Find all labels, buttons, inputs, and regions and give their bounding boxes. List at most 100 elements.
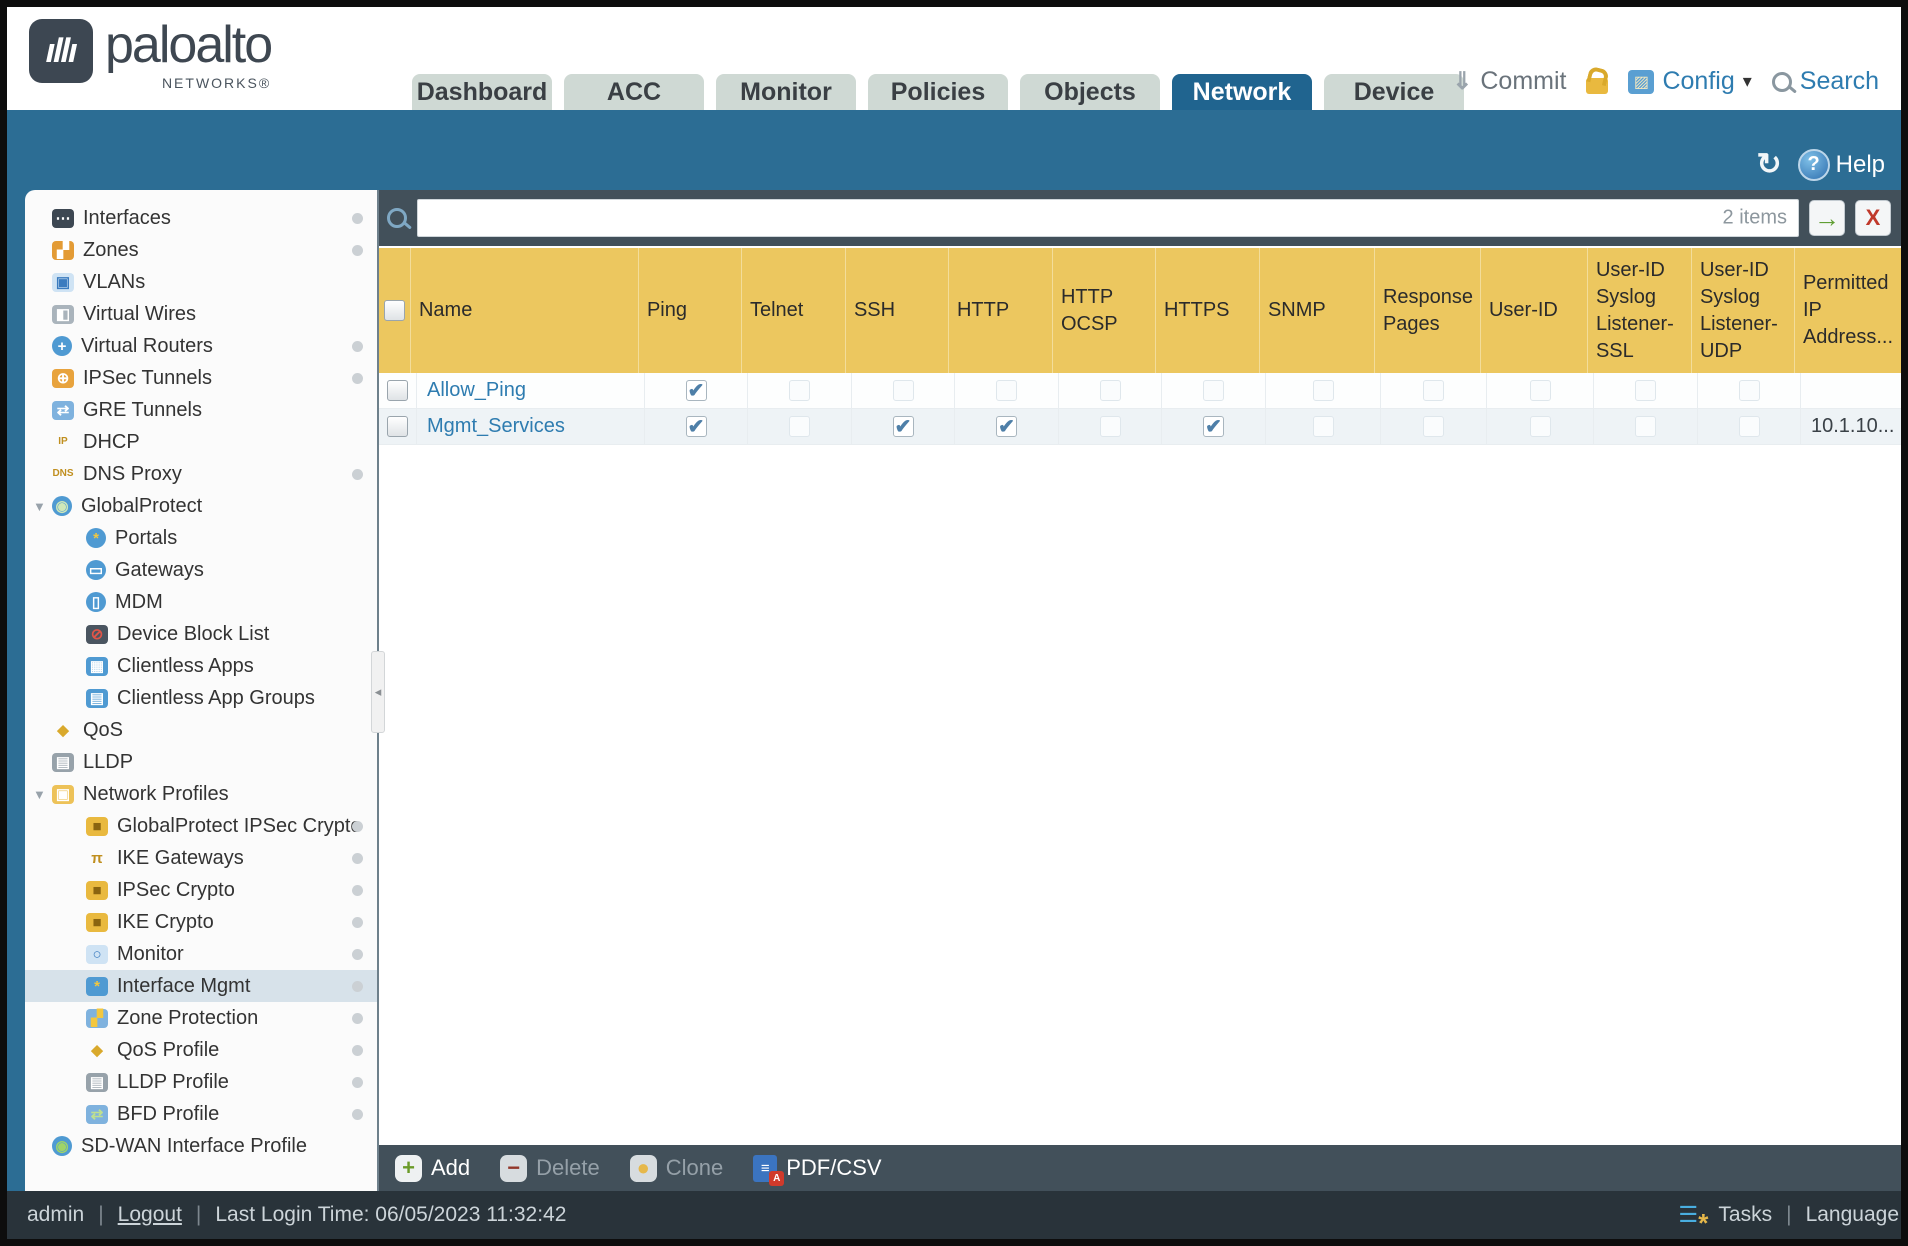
search-button[interactable]: Search bbox=[1771, 67, 1879, 96]
zones-icon: ▞ bbox=[52, 240, 74, 260]
add-button[interactable]: + Add bbox=[395, 1154, 471, 1182]
sidebar-item-ike-gateways[interactable]: π IKE Gateways bbox=[25, 842, 377, 874]
row-select-checkbox[interactable] bbox=[387, 416, 408, 437]
sidebar-item-virtual-wires[interactable]: ◧ Virtual Wires bbox=[25, 298, 377, 330]
action-label: Add bbox=[431, 1155, 471, 1180]
sidebar-item-portals[interactable]: * Portals bbox=[25, 522, 377, 554]
sidebar-item-interface-mgmt[interactable]: * Interface Mgmt bbox=[25, 970, 377, 1002]
select-all-checkbox[interactable] bbox=[383, 300, 405, 321]
language-button[interactable]: Language bbox=[1806, 1203, 1899, 1227]
sidebar-item-qos[interactable]: ◆ QoS bbox=[25, 714, 377, 746]
column-header-user-id[interactable]: User-ID bbox=[1481, 248, 1588, 373]
response_pages-checkbox bbox=[1423, 380, 1444, 401]
sidebar-item-monitor[interactable]: ○ Monitor bbox=[25, 938, 377, 970]
lock-icon[interactable] bbox=[1586, 77, 1609, 94]
sidebar-item-zones[interactable]: ▞ Zones bbox=[25, 234, 377, 266]
profile-name-link[interactable]: Allow_Ping bbox=[417, 379, 526, 402]
ipsec-tunnels-icon: ⊕ bbox=[52, 368, 74, 388]
column-header-http-ocsp[interactable]: HTTP OCSP bbox=[1053, 248, 1156, 373]
http_ocsp-checkbox bbox=[1099, 380, 1121, 401]
sidebar-collapse-handle[interactable]: ◂ bbox=[371, 650, 385, 733]
delete-button[interactable]: − Delete bbox=[500, 1154, 600, 1182]
http-cell: ✔ bbox=[955, 409, 1059, 444]
tab-device[interactable]: Device bbox=[1324, 74, 1464, 110]
sidebar-item-label: Virtual Routers bbox=[81, 334, 213, 357]
brand-sub: NETWORKS® bbox=[161, 75, 272, 91]
sidebar-item-qos-profile[interactable]: ◆ QoS Profile bbox=[25, 1034, 377, 1066]
table-row: Mgmt_Services ✔ ✔ ✔ ✔ 10.1.10... bbox=[379, 409, 1901, 445]
column-header-ssh[interactable]: SSH bbox=[846, 248, 949, 373]
filter-field: 2 items bbox=[417, 199, 1799, 237]
profile-name-link[interactable]: Mgmt_Services bbox=[417, 415, 565, 438]
column-header-snmp[interactable]: SNMP bbox=[1260, 248, 1375, 373]
sidebar-item-label: QoS bbox=[83, 718, 124, 741]
profile-name-cell: Allow_Ping bbox=[417, 373, 645, 408]
sidebar-item-ipsec-crypto[interactable]: ■ IPSec Crypto bbox=[25, 874, 377, 906]
sidebar-item-network-profiles[interactable]: ▼ ▣ Network Profiles bbox=[25, 778, 377, 810]
sidebar-item-gateways[interactable]: ▭ Gateways bbox=[25, 554, 377, 586]
sidebar-item-label: Portals bbox=[115, 526, 178, 549]
sidebar-item-clientless-app-groups[interactable]: ▤ Clientless App Groups bbox=[25, 682, 377, 714]
sidebar-item-lldp-profile[interactable]: ▤ LLDP Profile bbox=[25, 1066, 377, 1098]
app-window: ıllı paloalto NETWORKS® Dashboard ACC Moni… bbox=[0, 0, 1908, 1246]
filter-text-input[interactable] bbox=[417, 199, 1799, 237]
sidebar-item-globalprotect[interactable]: ▼ ◉ GlobalProtect bbox=[25, 490, 377, 522]
sidebar-item-virtual-routers[interactable]: + Virtual Routers bbox=[25, 330, 377, 362]
sidebar-item-ike-crypto[interactable]: ■ IKE Crypto bbox=[25, 906, 377, 938]
sidebar-item-ipsec-tunnels[interactable]: ⊕ IPSec Tunnels bbox=[25, 362, 377, 394]
commit-button[interactable]: ⇓ Commit bbox=[1452, 67, 1566, 96]
sidebar-item-dns-proxy[interactable]: DNS DNS Proxy bbox=[25, 458, 377, 490]
column-header-permitted-ip[interactable]: Permitted IP Address... bbox=[1795, 248, 1901, 373]
column-header-label: SSH bbox=[853, 299, 896, 321]
clear-filter-button[interactable]: X bbox=[1855, 200, 1891, 236]
column-header-http[interactable]: HTTP bbox=[949, 248, 1053, 373]
clone-button[interactable]: ● Clone bbox=[629, 1154, 723, 1182]
tab-policies[interactable]: Policies bbox=[868, 74, 1008, 110]
refresh-icon[interactable]: ↻ bbox=[1757, 147, 1782, 182]
column-header-uid-syslog-udp[interactable]: User-ID Syslog Listener-UDP bbox=[1692, 248, 1795, 373]
clone-icon: ● bbox=[629, 1154, 657, 1182]
sidebar-item-globalprotect-ipsec-crypto[interactable]: ■ GlobalProtect IPSec Crypto bbox=[25, 810, 377, 842]
sidebar-item-gre-tunnels[interactable]: ⇄ GRE Tunnels bbox=[25, 394, 377, 426]
logout-link[interactable]: Logout bbox=[118, 1203, 182, 1227]
delete-icon: − bbox=[500, 1154, 528, 1182]
uid_syslog_ssl-checkbox bbox=[1635, 380, 1656, 401]
ssh-cell bbox=[852, 373, 955, 408]
column-header-name[interactable]: Name bbox=[411, 248, 639, 373]
column-header-https[interactable]: HTTPS bbox=[1156, 248, 1260, 373]
tab-acc[interactable]: ACC bbox=[564, 74, 704, 110]
interface-mgmt-icon: * bbox=[86, 976, 108, 996]
column-header-label: User-ID Syslog Listener-UDP bbox=[1699, 258, 1778, 362]
column-header-response-pages[interactable]: Response Pages bbox=[1375, 248, 1481, 373]
tab-objects[interactable]: Objects bbox=[1020, 74, 1160, 110]
tab-network[interactable]: Network bbox=[1172, 74, 1312, 110]
tasks-button[interactable]: Tasks bbox=[1718, 1203, 1772, 1227]
pdf-csv-button[interactable]: ≡PDF/CSV bbox=[753, 1154, 882, 1186]
row-select-checkbox[interactable] bbox=[387, 380, 408, 401]
sidebar-item-label: GRE Tunnels bbox=[83, 398, 202, 421]
config-menu[interactable]: ▨ Config ▾ bbox=[1628, 67, 1752, 96]
expand-arrow-icon[interactable]: ▼ bbox=[33, 787, 46, 802]
uid_syslog_udp-checkbox bbox=[1738, 416, 1760, 437]
status-right: ☰ Tasks | Language bbox=[1678, 1202, 1901, 1236]
expand-arrow-icon[interactable]: ▼ bbox=[33, 499, 46, 514]
sidebar-item-dhcp[interactable]: IP DHCP bbox=[25, 426, 377, 458]
sidebar-item-bfd-profile[interactable]: ⇄ BFD Profile bbox=[25, 1098, 377, 1130]
column-header-uid-syslog-ssl[interactable]: User-ID Syslog Listener-SSL bbox=[1588, 248, 1692, 373]
sidebar-item-mdm[interactable]: ▯ MDM bbox=[25, 586, 377, 618]
tab-monitor[interactable]: Monitor bbox=[716, 74, 856, 110]
sidebar-item-zone-protection[interactable]: ▞ Zone Protection bbox=[25, 1002, 377, 1034]
sidebar-item-vlans[interactable]: ▣ VLANs bbox=[25, 266, 377, 298]
sidebar-item-lldp[interactable]: ▤ LLDP bbox=[25, 746, 377, 778]
sidebar-item-clientless-apps[interactable]: ▦ Clientless Apps bbox=[25, 650, 377, 682]
table-body: Allow_Ping ✔ Mgmt_Services ✔ ✔ ✔ ✔ 10.1.10... bbox=[379, 373, 1901, 445]
sidebar-item-sd-wan-interface-profile[interactable]: ◉ SD-WAN Interface Profile bbox=[25, 1130, 377, 1162]
column-header-ping[interactable]: Ping bbox=[639, 248, 742, 373]
column-header-label: Response Pages bbox=[1382, 285, 1474, 335]
sidebar-item-device-block-list[interactable]: ⊘ Device Block List bbox=[25, 618, 377, 650]
column-header-telnet[interactable]: Telnet bbox=[742, 248, 846, 373]
tab-dashboard[interactable]: Dashboard bbox=[412, 74, 552, 110]
apply-filter-button[interactable]: → bbox=[1809, 200, 1845, 236]
help-button[interactable]: ? Help bbox=[1797, 148, 1885, 181]
sidebar-item-interfaces[interactable]: ⋯ Interfaces bbox=[25, 202, 377, 234]
